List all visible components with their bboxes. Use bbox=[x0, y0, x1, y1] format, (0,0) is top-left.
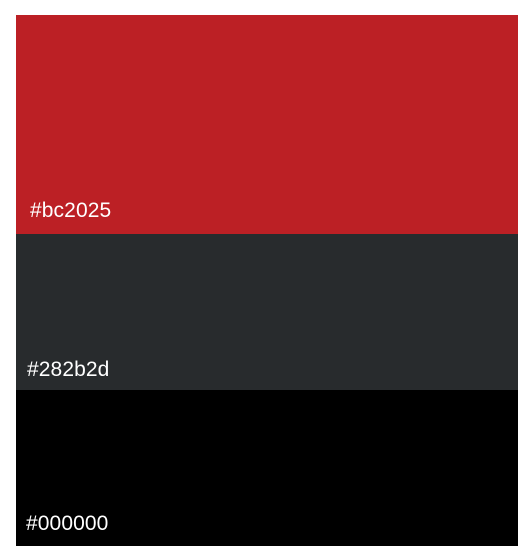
color-swatch-red: #bc2025 bbox=[16, 15, 518, 234]
swatch-hex-label: #000000 bbox=[26, 512, 109, 535]
swatch-hex-label: #bc2025 bbox=[30, 199, 112, 222]
color-swatch-charcoal: #282b2d bbox=[16, 234, 518, 390]
color-palette: #bc2025 #282b2d #000000 bbox=[16, 15, 518, 546]
color-swatch-black: #000000 bbox=[16, 390, 518, 546]
swatch-hex-label: #282b2d bbox=[27, 358, 110, 381]
